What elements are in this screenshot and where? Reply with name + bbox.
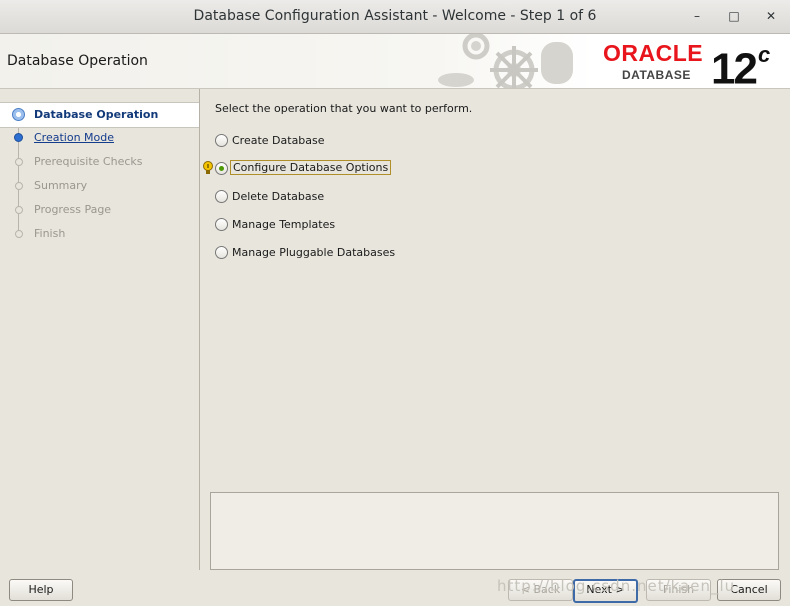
radio-manage-templates[interactable] <box>215 218 228 231</box>
lightbulb-icon <box>202 160 214 176</box>
radio-create-database[interactable] <box>215 134 228 147</box>
step-finish: Finish <box>0 222 199 246</box>
step-pending-icon <box>15 206 23 214</box>
description-panel <box>210 492 779 570</box>
version-badge: 12c <box>711 42 770 89</box>
maximize-icon[interactable]: □ <box>725 7 743 25</box>
step-pending-icon <box>15 158 23 166</box>
help-button[interactable]: Help <box>9 579 73 601</box>
window-titlebar[interactable]: Database Configuration Assistant - Welco… <box>0 0 790 34</box>
step-pending-icon <box>15 230 23 238</box>
instruction-text: Select the operation that you want to pe… <box>215 102 473 115</box>
step-link-icon <box>14 133 23 142</box>
close-icon[interactable]: ✕ <box>762 7 780 25</box>
step-summary: Summary <box>0 174 199 198</box>
page-title: Database Operation <box>7 53 148 69</box>
steps-sidebar: Database Operation Creation Mode Prerequ… <box>0 89 200 570</box>
oracle-logo: ORACLE DATABASE <box>603 40 704 82</box>
step-prerequisite-checks: Prerequisite Checks <box>0 150 199 174</box>
main-content: Select the operation that you want to pe… <box>200 89 790 570</box>
watermark-text: http://blog.csdn.net/kaen_lu <box>497 577 736 595</box>
radio-delete-database[interactable] <box>215 190 228 203</box>
minimize-icon[interactable]: – <box>688 7 706 25</box>
radio-manage-pluggable-databases[interactable] <box>215 246 228 259</box>
step-database-operation: Database Operation <box>0 102 199 128</box>
step-creation-mode[interactable]: Creation Mode <box>0 126 199 150</box>
window-title: Database Configuration Assistant - Welco… <box>193 8 597 24</box>
step-pending-icon <box>15 182 23 190</box>
radio-configure-database-options[interactable] <box>215 162 228 175</box>
header-banner: Database Operation ORACLE DATABASE 12c <box>0 34 790 89</box>
step-progress-page: Progress Page <box>0 198 199 222</box>
gears-decoration-icon <box>438 34 573 88</box>
step-current-icon <box>12 108 25 121</box>
